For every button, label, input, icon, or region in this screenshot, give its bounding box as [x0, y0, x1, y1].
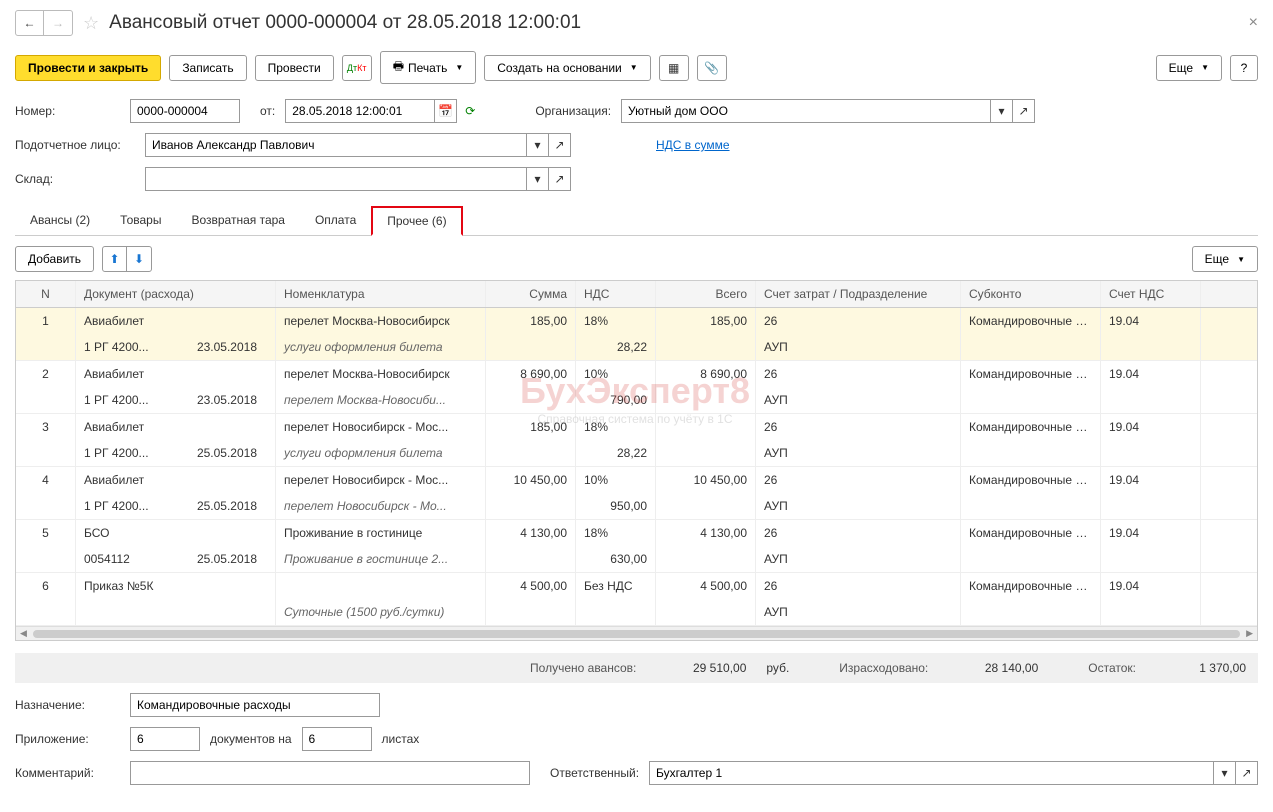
resp-open-icon[interactable]: ↗	[1236, 761, 1258, 785]
col-nom[interactable]: Номенклатура	[276, 281, 486, 307]
from-label: от:	[260, 104, 275, 118]
horizontal-scrollbar[interactable]: ◀ ▶	[16, 626, 1257, 640]
page-title: Авансовый отчет 0000-000004 от 28.05.201…	[109, 12, 581, 34]
purpose-label: Назначение:	[15, 698, 130, 712]
date-field[interactable]	[285, 99, 435, 123]
attach-sheets-field[interactable]	[302, 727, 372, 751]
col-acc[interactable]: Счет затрат / Подразделение	[756, 281, 961, 307]
add-row-button[interactable]: Добавить	[15, 246, 94, 272]
col-sub[interactable]: Субконто	[961, 281, 1101, 307]
number-field[interactable]	[130, 99, 240, 123]
tab-returnable[interactable]: Возвратная тара	[176, 206, 300, 235]
warehouse-dropdown-icon[interactable]: ▾	[527, 167, 549, 191]
attach-end-label: листах	[382, 732, 420, 746]
col-nds[interactable]: НДС	[576, 281, 656, 307]
tab-other[interactable]: Прочее (6)	[371, 206, 462, 236]
col-total[interactable]: Всего	[656, 281, 756, 307]
attach-docs-field[interactable]	[130, 727, 200, 751]
favorite-icon[interactable]: ☆	[83, 13, 99, 34]
print-button[interactable]: 🖶Печать▼	[380, 51, 477, 84]
spent-label: Израсходовано:	[839, 661, 928, 675]
structure-icon[interactable]: ▦	[659, 55, 689, 81]
attach-icon[interactable]: 📎	[697, 55, 727, 81]
tab-advances[interactable]: Авансы (2)	[15, 206, 105, 235]
save-button[interactable]: Записать	[169, 55, 246, 81]
org-dropdown-icon[interactable]: ▾	[991, 99, 1013, 123]
help-button[interactable]: ?	[1230, 55, 1258, 81]
resp-field[interactable]	[649, 761, 1214, 785]
table-row[interactable]: 6 Приказ №5К 4 500,00 Без НДС 4 500,00 2…	[16, 573, 1257, 626]
remainder-label: Остаток:	[1088, 661, 1136, 675]
purpose-field[interactable]	[130, 693, 380, 717]
post-button[interactable]: Провести	[255, 55, 334, 81]
tab-goods[interactable]: Товары	[105, 206, 176, 235]
comment-label: Комментарий:	[15, 766, 130, 780]
more-button[interactable]: Еще▼	[1156, 55, 1222, 81]
move-up-icon[interactable]: ⬆	[103, 247, 127, 271]
nav-back[interactable]: ←	[16, 11, 44, 35]
org-open-icon[interactable]: ↗	[1013, 99, 1035, 123]
org-label: Организация:	[535, 104, 611, 118]
person-open-icon[interactable]: ↗	[549, 133, 571, 157]
person-label: Подотчетное лицо:	[15, 138, 145, 152]
col-sum[interactable]: Сумма	[486, 281, 576, 307]
number-label: Номер:	[15, 104, 130, 118]
person-dropdown-icon[interactable]: ▾	[527, 133, 549, 157]
close-icon[interactable]: ×	[1249, 14, 1258, 32]
col-doc[interactable]: Документ (расхода)	[76, 281, 276, 307]
warehouse-label: Склад:	[15, 172, 145, 186]
attach-label: Приложение:	[15, 732, 130, 746]
calendar-icon[interactable]: 📅	[435, 99, 457, 123]
tab-more-button[interactable]: Еще▼	[1192, 246, 1258, 272]
org-field[interactable]	[621, 99, 991, 123]
printer-icon: 🖶	[393, 57, 404, 78]
resp-dropdown-icon[interactable]: ▾	[1214, 761, 1236, 785]
nav-forward[interactable]: →	[44, 11, 72, 35]
table-row[interactable]: 1 Авиабилет перелет Москва-Новосибирск 1…	[16, 308, 1257, 361]
spent-value: 28 140,00	[948, 661, 1038, 675]
person-field[interactable]	[145, 133, 527, 157]
create-based-button[interactable]: Создать на основании▼	[484, 55, 650, 81]
comment-field[interactable]	[130, 761, 530, 785]
table-row[interactable]: 2 Авиабилет перелет Москва-Новосибирск 8…	[16, 361, 1257, 414]
table-row[interactable]: 5 БСО Проживание в гостинице 4 130,00 18…	[16, 520, 1257, 573]
table-row[interactable]: 3 Авиабилет перелет Новосибирск - Мос...…	[16, 414, 1257, 467]
warehouse-field[interactable]	[145, 167, 527, 191]
resp-label: Ответственный:	[550, 766, 639, 780]
vat-mode-link[interactable]: НДС в сумме	[656, 138, 730, 152]
currency-label: руб.	[766, 661, 789, 675]
attach-mid-label: документов на	[210, 732, 292, 746]
received-value: 29 510,00	[656, 661, 746, 675]
col-ndsacc[interactable]: Счет НДС	[1101, 281, 1201, 307]
expenses-grid: N Документ (расхода) Номенклатура Сумма …	[15, 280, 1258, 641]
refresh-date-icon[interactable]: ⟳	[465, 104, 475, 118]
remainder-value: 1 370,00	[1156, 661, 1246, 675]
table-row[interactable]: 4 Авиабилет перелет Новосибирск - Мос...…	[16, 467, 1257, 520]
dt-kt-icon[interactable]: ДтКт	[342, 55, 372, 81]
col-n[interactable]: N	[16, 281, 76, 307]
warehouse-open-icon[interactable]: ↗	[549, 167, 571, 191]
tab-payment[interactable]: Оплата	[300, 206, 371, 235]
received-label: Получено авансов:	[530, 661, 636, 675]
post-and-close-button[interactable]: Провести и закрыть	[15, 55, 161, 81]
move-down-icon[interactable]: ⬇	[127, 247, 151, 271]
